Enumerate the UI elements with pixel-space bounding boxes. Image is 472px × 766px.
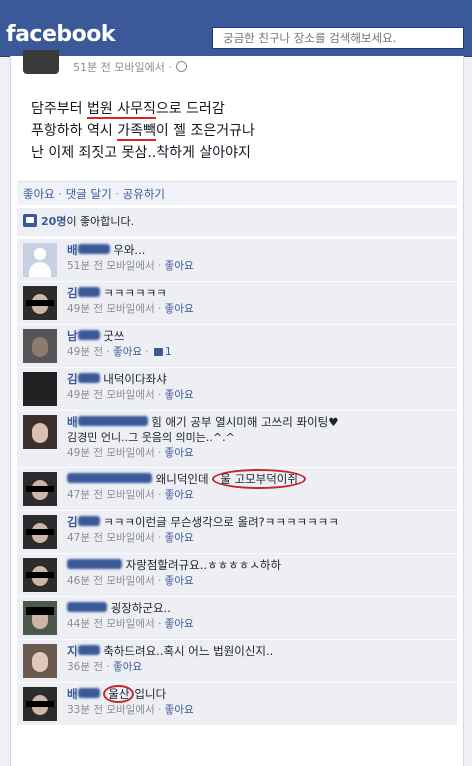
comment: 김 ㅋㅋㅋ이런글 무슨생각으로 올려?ㅋㅋㅋㅋㅋㅋㅋ 47분 전 모바일에서 ·…	[17, 510, 457, 553]
commenter-name[interactable]: 배	[67, 415, 148, 429]
post-meta: 51분 전 모바일에서 ·	[73, 59, 187, 75]
post-timestamp: 51분 전 모바일에서 ·	[73, 61, 172, 74]
like-link[interactable]: 좋아요	[23, 187, 55, 201]
comment: 굉장하군요.. 44분 전 모바일에서 · 좋아요	[17, 596, 457, 639]
comment-text: 굉장하군요..	[110, 601, 171, 615]
comment-text: ㅋㅋㅋㅋㅋㅋ	[103, 286, 167, 300]
comment-like-link[interactable]: 좋아요	[165, 303, 194, 315]
avatar[interactable]	[23, 472, 57, 506]
comment-like-link[interactable]: 좋아요	[165, 489, 194, 501]
post-header: 51분 전 모바일에서 ·	[11, 50, 463, 78]
circled-comment-text: 울 고모부덕이쥐	[212, 469, 306, 489]
comment: 김 ㅋㅋㅋㅋㅋㅋ 49분 전 모바일에서 · 좋아요	[17, 281, 457, 324]
commenter-name[interactable]	[67, 601, 107, 615]
avatar[interactable]	[23, 372, 57, 406]
comments-list: 배 우와... 51분 전 모바일에서 · 좋아요 김 ㅋㅋㅋㅋㅋㅋ 49분 전…	[17, 238, 457, 725]
comment-like-link[interactable]: 좋아요	[165, 618, 194, 630]
search-input[interactable]	[212, 27, 464, 49]
comment-text: 입니다	[134, 687, 167, 701]
commenter-name[interactable]	[67, 558, 122, 572]
underlined-court-clerk: 법원 사무직	[86, 101, 156, 119]
avatar[interactable]	[23, 415, 57, 449]
comment-text: 축하드려요..혹시 어느 법원이신지..	[103, 644, 274, 658]
commenter-name[interactable]: 배	[67, 687, 100, 701]
comment-like-link[interactable]: 좋아요	[165, 389, 194, 401]
comment-like-link[interactable]: 좋아요	[165, 575, 194, 587]
underlined-family-connection: 가족빽	[117, 123, 156, 141]
top-bar: facebook	[0, 0, 472, 57]
avatar[interactable]	[23, 558, 57, 592]
globe-icon	[175, 61, 187, 72]
post-text: 담주부터 법원 사무직으로 드러감 푸항하하 역시 가족빽이 젤 조은거규나 난…	[31, 98, 255, 164]
comment-text: 자랑점할려규요..ㅎㅎㅎㅎㅅ하하	[125, 558, 282, 572]
comment: 김 내덕이다좌샤 49분 전 모바일에서 · 좋아요	[17, 367, 457, 410]
comment: 왜니덕인데 울 고모부덕이쥐 47분 전 모바일에서 · 좋아요	[17, 467, 457, 510]
avatar[interactable]	[23, 515, 57, 549]
commenter-name[interactable]: 배	[67, 243, 110, 257]
comment-text: 힘 애기 공부 열시미해 고쓰리 퐈이팅♥	[151, 415, 339, 429]
post-line-2: 푸항하하 역시 가족빽이 젤 조은거규나	[31, 123, 255, 141]
comment-like-link[interactable]: 좋아요	[113, 661, 142, 673]
avatar[interactable]	[23, 644, 57, 678]
comment-text: 굿쓰	[103, 329, 125, 343]
comment: 자랑점할려규요..ㅎㅎㅎㅎㅅ하하 46분 전 모바일에서 · 좋아요	[17, 553, 457, 596]
comment-text: 우와...	[113, 243, 146, 257]
comment-like-link[interactable]: 좋아요	[165, 447, 194, 459]
comment: 지 축하드려요..혹시 어느 법원이신지.. 36분 전 · 좋아요	[17, 639, 457, 682]
avatar[interactable]	[23, 286, 57, 320]
comment-like-link[interactable]: 좋아요	[165, 260, 194, 272]
comment-like-link[interactable]: 좋아요	[165, 532, 194, 544]
comment-like-link[interactable]: 좋아요	[113, 346, 142, 358]
comment: 배 힘 애기 공부 열시미해 고쓰리 퐈이팅♥ 김경민 언니..그 웃음의 의미…	[17, 410, 457, 467]
commenter-name[interactable]: 김	[67, 286, 100, 300]
comment-like-link[interactable]: 좋아요	[165, 704, 194, 716]
author-avatar[interactable]	[23, 50, 59, 74]
comment: 배 우와... 51분 전 모바일에서 · 좋아요	[17, 238, 457, 281]
comment-link[interactable]: 댓글 달기	[66, 187, 112, 201]
comment: 배 울산 입니다 33분 전 모바일에서 · 좋아요	[17, 682, 457, 725]
avatar[interactable]	[23, 687, 57, 721]
post-line-1: 담주부터 법원 사무직으로 드러감	[31, 101, 225, 119]
likes-summary: 20명이 좋아합니다.	[17, 208, 457, 236]
post-content: 51분 전 모바일에서 · 담주부터 법원 사무직으로 드러감 푸항하하 역시 …	[10, 50, 464, 766]
facebook-logo[interactable]: facebook	[6, 22, 116, 47]
comment-text: ㅋㅋㅋ이런글 무슨생각으로 올려?ㅋㅋㅋㅋㅋㅋㅋ	[103, 515, 339, 529]
circled-comment-text: 울산	[103, 685, 135, 703]
commenter-name[interactable]: 김	[67, 372, 100, 386]
post-line-3: 난 이제 죄짓고 못삼..착하게 살아야지	[31, 145, 251, 161]
comment-like-count[interactable]: 1	[165, 346, 172, 358]
post-actions: 좋아요 · 댓글 달기 · 공유하기	[17, 181, 457, 205]
comment-text: 왜니덕인데	[155, 472, 209, 486]
thumbs-up-icon	[23, 214, 37, 227]
commenter-name[interactable]	[67, 472, 152, 486]
likes-count[interactable]: 20명	[41, 215, 66, 228]
comment-text-line-2: 김경민 언니..그 웃음의 의미는..^.^	[67, 431, 235, 444]
avatar[interactable]	[23, 601, 57, 635]
avatar[interactable]	[23, 329, 57, 363]
share-link[interactable]: 공유하기	[123, 187, 165, 201]
comment-text: 내덕이다좌샤	[103, 372, 167, 386]
commenter-name[interactable]: 김	[67, 515, 100, 529]
commenter-name[interactable]: 남	[67, 329, 100, 343]
like-count-icon	[154, 348, 164, 356]
commenter-name[interactable]: 지	[67, 644, 100, 658]
default-avatar-icon[interactable]	[23, 243, 57, 277]
comment: 남 굿쓰 49분 전 · 좋아요 · 1	[17, 324, 457, 367]
